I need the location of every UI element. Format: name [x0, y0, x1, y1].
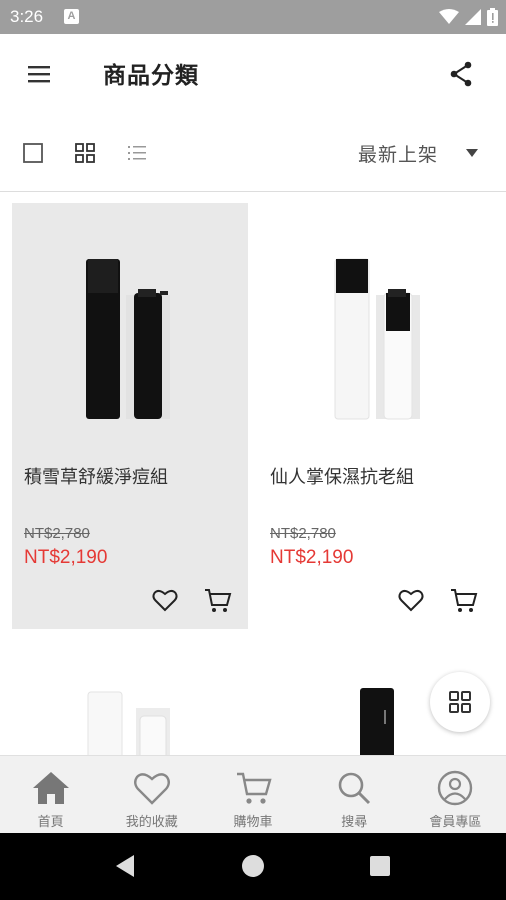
share-button[interactable] [448, 60, 476, 88]
nav-label: 首頁 [37, 815, 64, 830]
original-price: NT$2,780 [270, 525, 336, 542]
sale-price: NT$2,190 [24, 547, 108, 568]
product-image [87, 691, 170, 755]
status-bar: 3:26 A [0, 0, 506, 34]
product-image [334, 258, 420, 420]
nav-label: 搜尋 [341, 815, 368, 830]
page-title: 商品分類 [103, 63, 199, 89]
dropdown-arrow-icon [466, 149, 478, 157]
wifi-icon [439, 9, 459, 24]
nav-item-cart[interactable]: 購物車 [202, 756, 303, 833]
share-icon [450, 61, 472, 87]
grid-icon [449, 691, 471, 713]
sort-dropdown[interactable]: 最新上架 [358, 138, 478, 168]
add-to-cart-button[interactable] [204, 587, 232, 615]
app-bar: 商品分類 [0, 34, 506, 114]
heart-icon [398, 590, 424, 612]
grid-icon [75, 143, 95, 163]
notification-icon: A [64, 9, 79, 24]
cart-icon [205, 589, 232, 612]
view-toolbar: 最新上架 [0, 114, 506, 192]
product-card[interactable]: 積雪草舒緩淨痘組 NT$2,780 NT$2,190 [12, 203, 248, 629]
sort-label: 最新上架 [358, 143, 439, 166]
home-icon [32, 772, 69, 804]
favorite-button[interactable] [398, 587, 424, 613]
heart-icon [152, 590, 178, 612]
nav-label: 購物車 [233, 815, 273, 830]
nav-item-favorites[interactable]: 我的收藏 [101, 756, 202, 833]
nav-label: 我的收藏 [125, 815, 178, 830]
nav-item-home[interactable]: 首頁 [0, 756, 101, 833]
favorite-button[interactable] [152, 587, 178, 613]
nav-label: 會員專區 [429, 815, 482, 830]
add-to-cart-button[interactable] [450, 587, 478, 615]
list-icon [128, 146, 146, 160]
home-circle-icon[interactable] [242, 855, 264, 877]
grid-view-button[interactable] [74, 142, 96, 164]
product-name: 仙人掌保濕抗老組 [270, 467, 414, 488]
original-price: NT$2,780 [24, 525, 90, 542]
status-time: 3:26 [10, 7, 44, 26]
cart-icon [451, 589, 478, 612]
list-view-button[interactable] [126, 142, 148, 164]
recent-apps-icon[interactable] [370, 856, 390, 876]
battery-icon [487, 8, 498, 26]
square-icon [23, 143, 43, 163]
app-screen: 3:26 A 商品分類 最新上架 積雪草舒緩淨痘組 NT$2,780 NT$2,… [0, 0, 506, 900]
single-view-button[interactable] [22, 142, 44, 164]
product-card-partial[interactable] [12, 660, 248, 755]
sale-price: NT$2,190 [270, 547, 354, 568]
system-navigation-bar [0, 833, 506, 900]
nav-item-member[interactable]: 會員專區 [405, 756, 506, 833]
user-icon [438, 770, 473, 806]
bottom-navigation: 首頁 我的收藏 購物車 搜尋 會員專區 [0, 755, 506, 833]
category-grid-button[interactable] [430, 672, 490, 732]
product-card[interactable]: 仙人掌保濕抗老組 NT$2,780 NT$2,190 [258, 203, 494, 629]
back-icon[interactable] [116, 855, 134, 877]
product-image [86, 259, 170, 419]
nav-item-search[interactable]: 搜尋 [304, 756, 405, 833]
product-name: 積雪草舒緩淨痘組 [24, 467, 168, 488]
heart-icon [133, 773, 170, 805]
menu-button[interactable] [26, 62, 52, 86]
status-icons [439, 7, 498, 27]
hamburger-icon [28, 66, 50, 83]
cart-icon [237, 772, 272, 804]
signal-icon [465, 9, 481, 25]
search-icon [338, 772, 371, 805]
